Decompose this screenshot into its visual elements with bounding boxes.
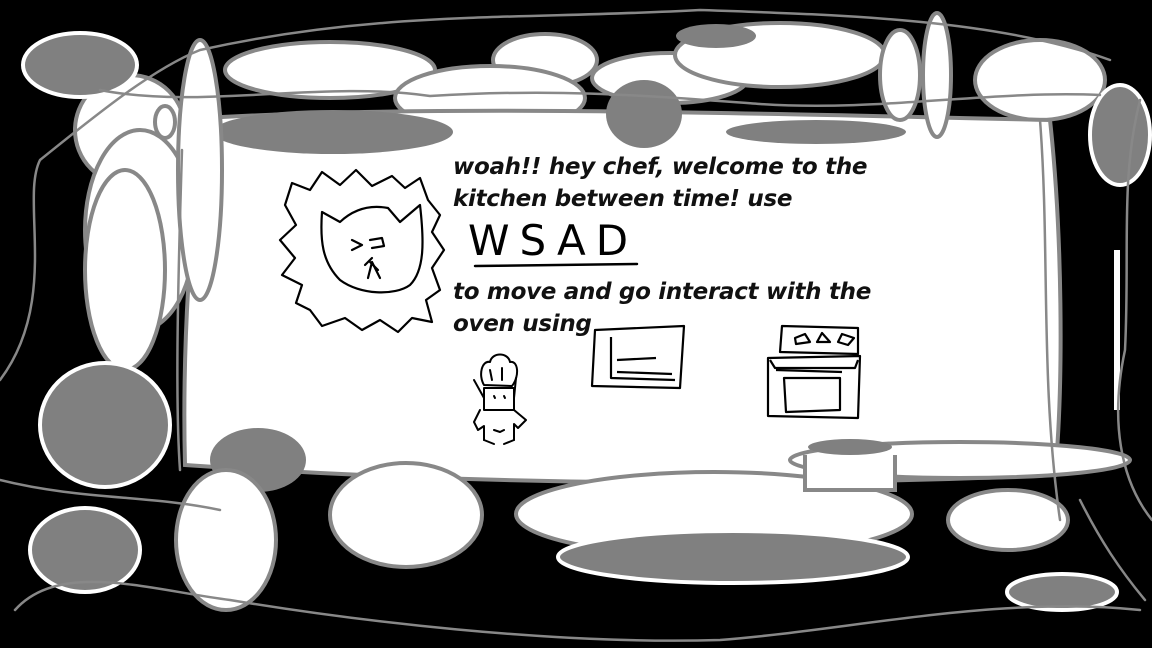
dialog-line: woah!! hey chef, welcome to the [453, 154, 868, 180]
dialog-line: oven using [453, 311, 592, 337]
dialog-line: to move and go interact with the [453, 279, 872, 305]
dialog-line: kitchen between time! use [453, 186, 793, 212]
movement-keys-hint: WSAD [468, 216, 639, 265]
dialog-text-intro: woah!! hey chef, welcome to the kitchen … [453, 151, 868, 215]
dialog-text-instructions: to move and go interact with the oven us… [453, 276, 871, 340]
